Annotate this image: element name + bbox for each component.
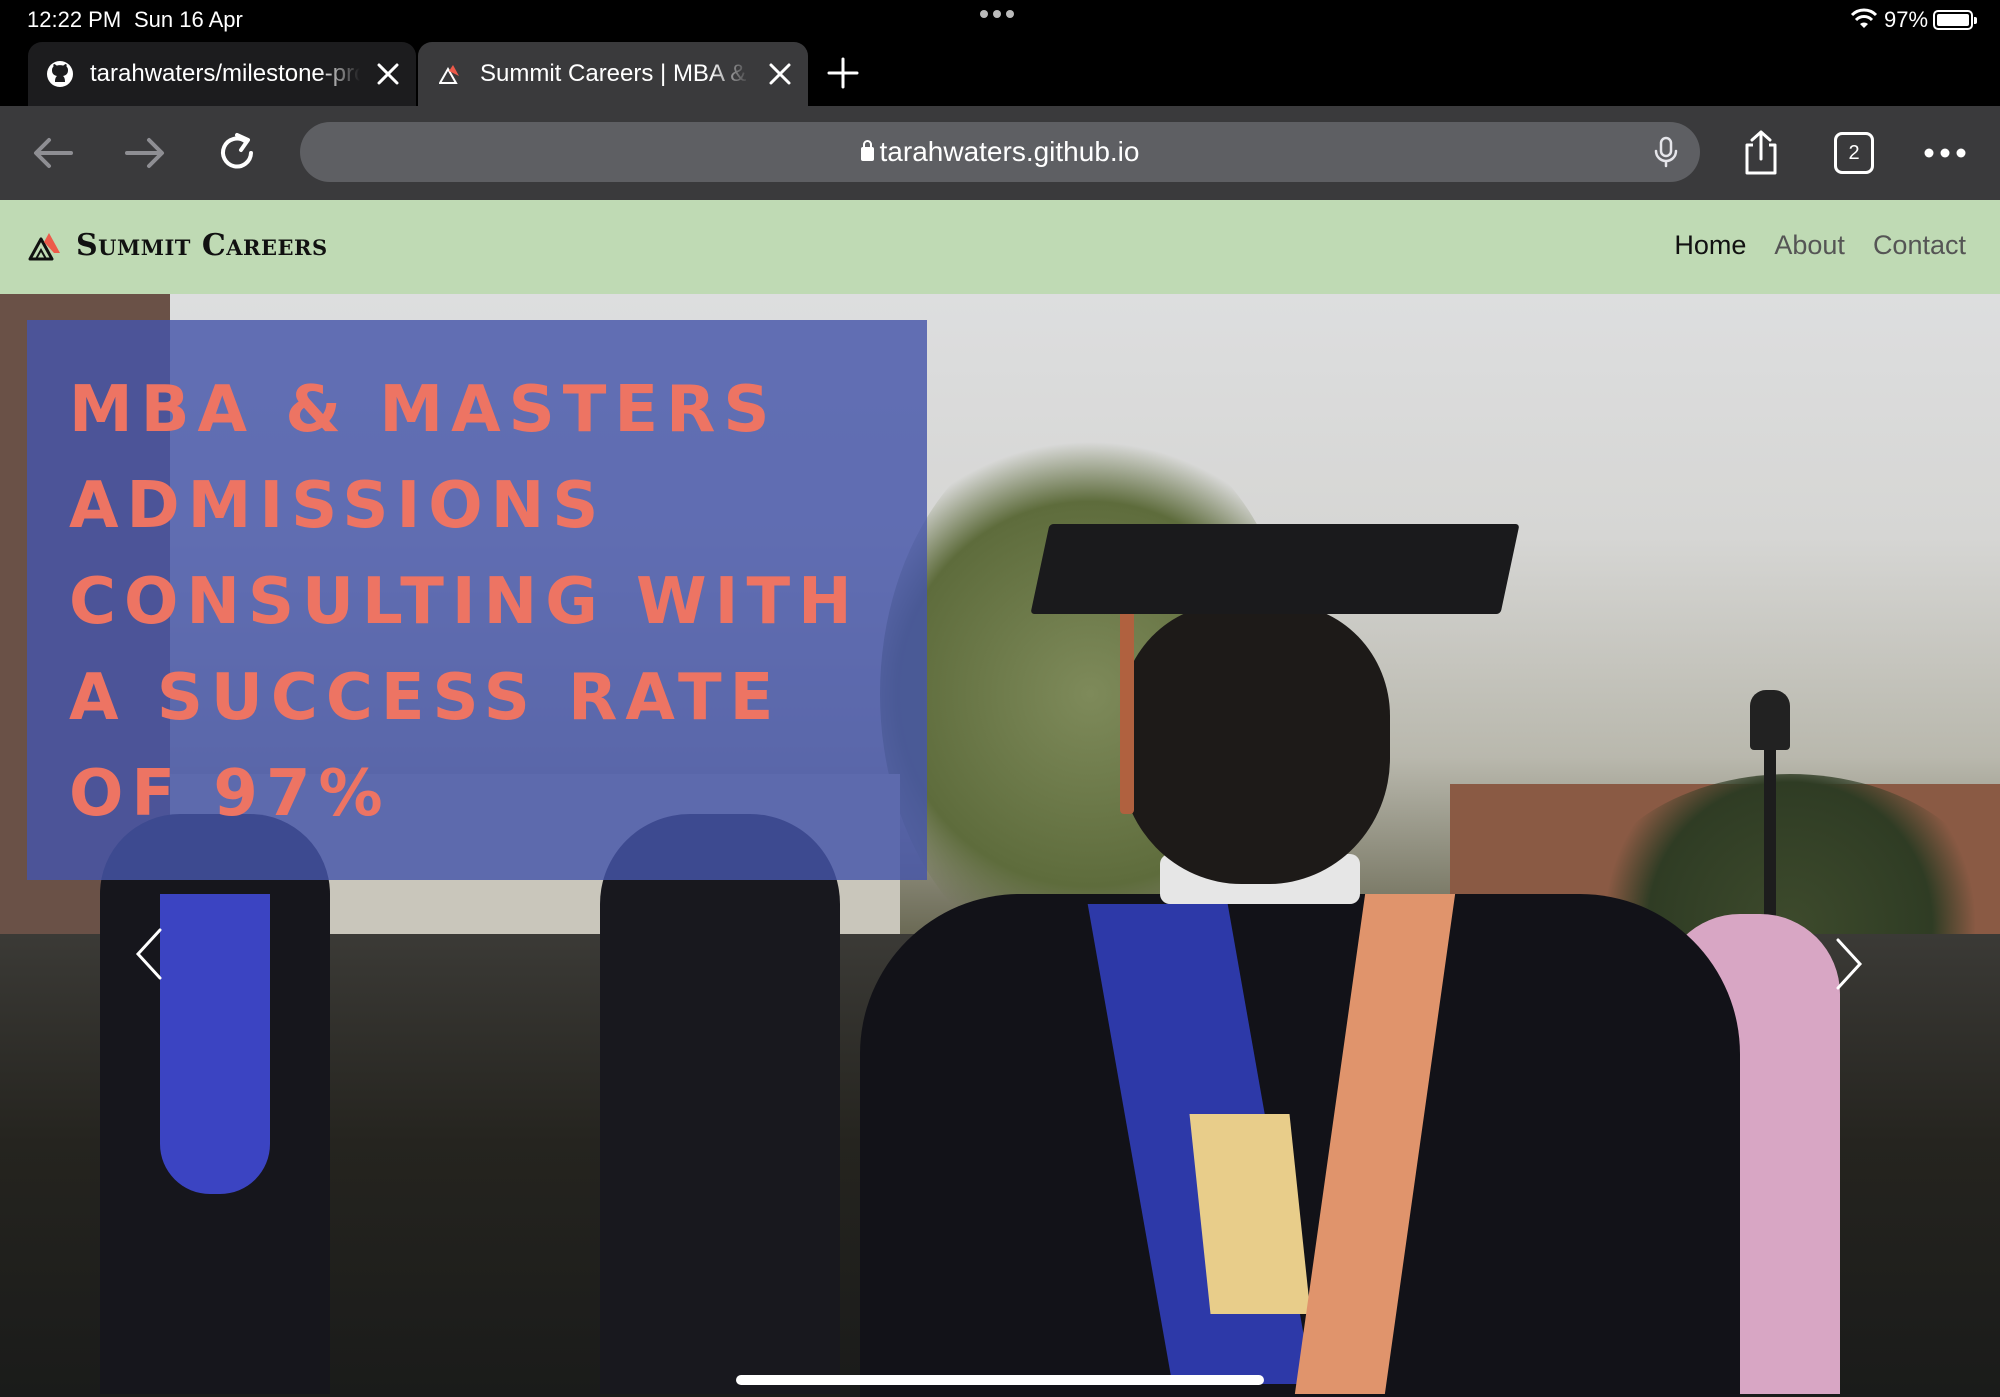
tab-bar: tarahwaters/milestone-project Summit Car…	[0, 40, 2000, 106]
hero-carousel: MBA & Masters Admissions Consulting with…	[0, 294, 2000, 1397]
close-icon[interactable]	[374, 60, 402, 88]
hero-headline: MBA & Masters Admissions Consulting with…	[69, 373, 860, 831]
share-button[interactable]	[1736, 128, 1786, 178]
browser-toolbar: tarahwaters.github.io 2	[0, 106, 2000, 200]
url-display: tarahwaters.github.io	[300, 136, 1700, 168]
browser-tab-active[interactable]: Summit Careers | MBA & Masters	[418, 42, 808, 106]
home-indicator[interactable]	[736, 1375, 1264, 1385]
summit-logo-icon	[436, 60, 464, 88]
battery-percentage: 97%	[1884, 7, 1929, 32]
forward-button[interactable]	[120, 128, 170, 178]
status-bar: 12:22 PM Sun 16 Apr 97%	[0, 0, 2000, 40]
mountain-logo-icon	[28, 232, 60, 260]
nav-links: Home About Contact	[1674, 230, 1966, 261]
headline-box: MBA & Masters Admissions Consulting with…	[27, 320, 927, 880]
address-bar[interactable]: tarahwaters.github.io	[300, 122, 1700, 182]
nav-home[interactable]: Home	[1674, 230, 1746, 261]
status-date: Sun 16 Apr	[134, 7, 243, 32]
battery-icon	[1933, 10, 1977, 30]
arrow-left-icon	[34, 138, 73, 168]
tab-title: tarahwaters/milestone-project	[90, 60, 360, 87]
nav-about[interactable]: About	[1774, 230, 1845, 261]
github-icon	[46, 60, 74, 88]
lock-icon	[860, 140, 874, 161]
url-text: tarahwaters.github.io	[879, 136, 1140, 167]
close-icon[interactable]	[766, 60, 794, 88]
browser-tab[interactable]: tarahwaters/milestone-project	[28, 42, 416, 106]
back-button[interactable]	[28, 128, 78, 178]
tab-overview-button[interactable]: 2	[1834, 132, 1874, 174]
more-button[interactable]	[1920, 128, 1970, 178]
chevron-right-icon[interactable]	[1828, 934, 1868, 994]
tab-title: Summit Careers | MBA & Masters	[480, 60, 750, 87]
wifi-icon	[1850, 8, 1878, 28]
microphone-icon[interactable]	[1650, 136, 1682, 168]
status-time: 12:22 PM	[27, 7, 122, 32]
reload-button[interactable]	[212, 128, 262, 178]
brand-link[interactable]: Summit Careers	[28, 228, 328, 263]
chevron-left-icon[interactable]	[130, 924, 170, 984]
brand-name: Summit Careers	[76, 228, 328, 263]
share-icon	[1745, 130, 1777, 175]
site-navbar: Summit Careers Home About Contact	[0, 200, 2000, 294]
nav-contact[interactable]: Contact	[1873, 230, 1966, 261]
reload-icon	[221, 133, 253, 169]
multitasking-dots-icon[interactable]	[980, 10, 1014, 18]
more-dots-icon	[1924, 148, 1966, 158]
arrow-right-icon	[125, 138, 164, 168]
plus-icon[interactable]	[826, 56, 860, 90]
